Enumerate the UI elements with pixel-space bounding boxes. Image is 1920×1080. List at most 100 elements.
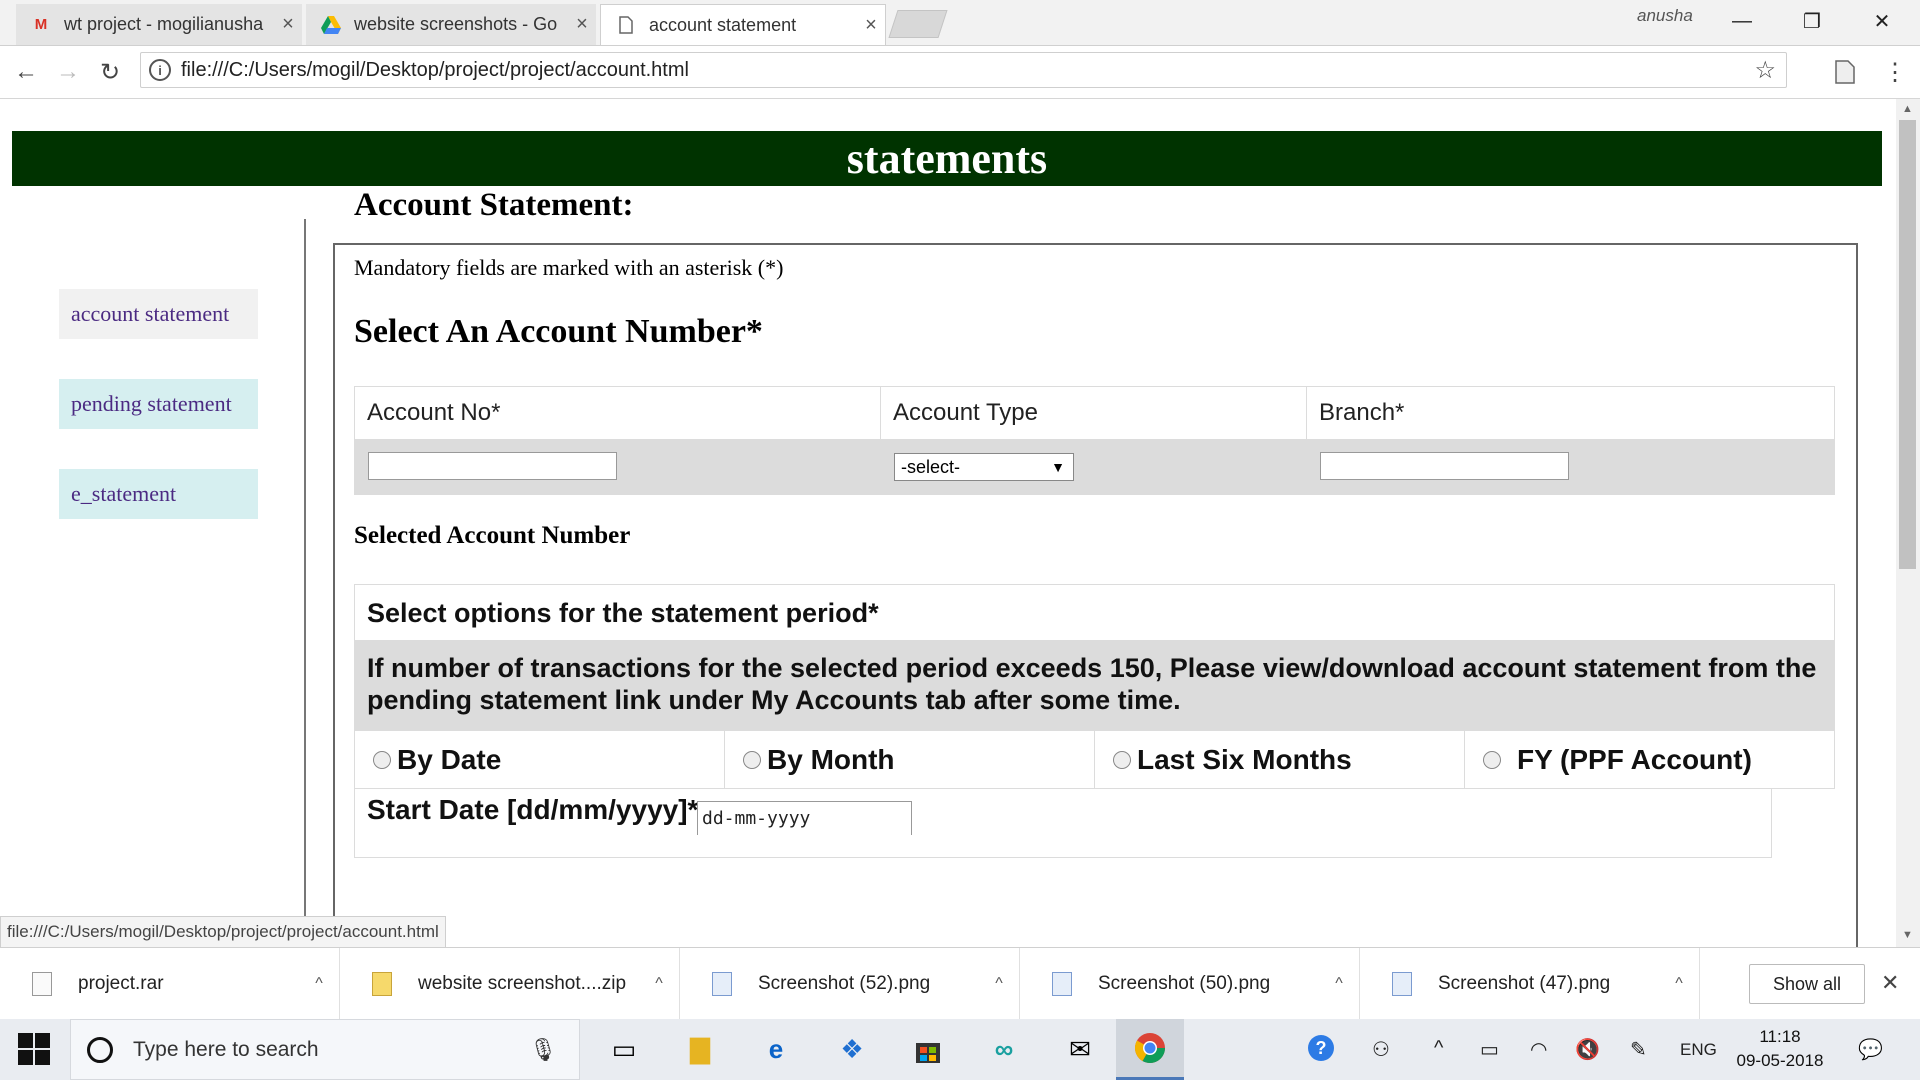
- extension-icon[interactable]: [1829, 56, 1861, 88]
- search-placeholder: Type here to search: [133, 1037, 319, 1061]
- select-account-heading: Select An Account Number*: [354, 313, 763, 350]
- wifi-icon[interactable]: ◠: [1530, 1037, 1547, 1062]
- clock-time: 11:18: [1759, 1027, 1801, 1046]
- clock[interactable]: 11:18 09-05-2018: [1735, 1025, 1825, 1073]
- tab-title: website screenshots - Go: [354, 14, 558, 34]
- minimize-icon[interactable]: —: [1712, 4, 1772, 38]
- battery-icon[interactable]: ▭: [1480, 1037, 1499, 1062]
- option-by-month[interactable]: By Month: [725, 731, 1095, 789]
- volume-muted-icon[interactable]: 🔇: [1575, 1037, 1600, 1062]
- help-icon[interactable]: ?: [1306, 1033, 1336, 1069]
- chevron-up-icon[interactable]: ^: [639, 975, 679, 993]
- option-label: Last Six Months: [1137, 744, 1352, 775]
- reload-icon[interactable]: ↻: [94, 56, 126, 88]
- tab-strip: M wt project - mogilianusha × website sc…: [0, 0, 1920, 46]
- download-item[interactable]: Screenshot (47).png ^: [1360, 948, 1700, 1020]
- option-fy-ppf[interactable]: FY (PPF Account): [1465, 731, 1835, 789]
- tab-title: account statement: [649, 14, 797, 35]
- dropdown-arrow-icon: ▼: [1051, 459, 1065, 475]
- microphone-icon[interactable]: 🎙: [529, 1037, 557, 1063]
- window-close-icon[interactable]: ✕: [1852, 4, 1912, 38]
- menu-icon[interactable]: ⋮: [1879, 56, 1911, 88]
- radio-icon[interactable]: [1483, 751, 1501, 769]
- windows-start-icon[interactable]: [18, 1033, 52, 1067]
- url-text[interactable]: file:///C:/Users/mogil/Desktop/project/p…: [181, 59, 1754, 82]
- sidebar-item-e-statement[interactable]: e_statement: [59, 469, 258, 519]
- chevron-up-icon[interactable]: ^: [979, 975, 1019, 993]
- close-icon[interactable]: ✕: [1881, 970, 1899, 996]
- close-icon[interactable]: ×: [857, 14, 885, 37]
- option-last-six-months[interactable]: Last Six Months: [1095, 731, 1465, 789]
- start-date-input[interactable]: dd-mm-yyyy: [697, 801, 912, 835]
- profile-name[interactable]: anusha: [1637, 6, 1693, 26]
- selected-account-heading: Selected Account Number: [354, 522, 631, 549]
- image-icon: [712, 972, 732, 996]
- address-bar[interactable]: i file:///C:/Users/mogil/Desktop/project…: [140, 52, 1787, 88]
- image-icon: [1052, 972, 1072, 996]
- notifications-icon[interactable]: 💬: [1858, 1037, 1883, 1062]
- divider: [304, 219, 306, 947]
- download-shelf: project.rar ^ website screenshot....zip …: [0, 947, 1920, 1020]
- restore-icon[interactable]: ❐: [1782, 4, 1842, 38]
- taskbar: Type here to search 🎙 ▭ ▇ e ❖ ∞ ✉ ? ⚇ ^ …: [0, 1019, 1920, 1080]
- account-table: Account No* Account Type Branch* -select…: [354, 386, 1835, 495]
- tab-drive[interactable]: website screenshots - Go ×: [306, 4, 596, 45]
- new-tab-button[interactable]: [888, 10, 948, 38]
- scroll-up-icon[interactable]: ▲: [1899, 103, 1916, 115]
- account-type-select[interactable]: -select- ▼: [894, 453, 1074, 481]
- account-no-header: Account No*: [355, 387, 881, 439]
- download-item[interactable]: Screenshot (52).png ^: [680, 948, 1020, 1020]
- tab-gmail[interactable]: M wt project - mogilianusha ×: [16, 4, 302, 45]
- forward-icon[interactable]: →: [52, 56, 84, 88]
- download-name: Screenshot (52).png: [758, 973, 931, 994]
- branch-header: Branch*: [1319, 399, 1405, 426]
- chrome-icon[interactable]: [1116, 1019, 1184, 1080]
- show-all-button[interactable]: Show all: [1749, 964, 1865, 1004]
- language-indicator[interactable]: ENG: [1680, 1040, 1717, 1060]
- account-type-header: Account Type: [881, 387, 1307, 439]
- store-icon[interactable]: [894, 1019, 962, 1080]
- download-item[interactable]: project.rar ^: [0, 948, 340, 1020]
- radio-icon[interactable]: [373, 751, 391, 769]
- download-name: Screenshot (47).png: [1438, 973, 1611, 994]
- chevron-up-icon[interactable]: ^: [1434, 1037, 1443, 1060]
- close-icon[interactable]: ×: [274, 13, 302, 36]
- zip-icon: [372, 972, 392, 996]
- pen-icon[interactable]: ✎: [1630, 1037, 1647, 1062]
- file-icon: [32, 972, 52, 996]
- dropbox-icon[interactable]: ❖: [818, 1019, 886, 1080]
- sidebar-item-account-statement[interactable]: account statement: [59, 289, 258, 339]
- file-explorer-icon[interactable]: ▇: [666, 1019, 734, 1080]
- tab-account-statement[interactable]: account statement ×: [600, 4, 886, 45]
- task-view-icon[interactable]: ▭: [590, 1019, 658, 1080]
- cortana-icon: [87, 1036, 113, 1063]
- mail-icon[interactable]: ✉: [1046, 1019, 1114, 1080]
- close-icon[interactable]: ×: [568, 13, 596, 36]
- back-icon[interactable]: ←: [10, 56, 42, 88]
- account-no-input[interactable]: [368, 452, 617, 480]
- svg-text:?: ?: [1316, 1038, 1327, 1058]
- chevron-up-icon[interactable]: ^: [1659, 975, 1699, 993]
- bookmark-star-icon[interactable]: ☆: [1754, 56, 1776, 85]
- download-item[interactable]: website screenshot....zip ^: [340, 948, 680, 1020]
- drive-icon: [320, 15, 342, 34]
- option-by-date[interactable]: By Date: [355, 731, 725, 789]
- chevron-up-icon[interactable]: ^: [299, 975, 339, 993]
- edge-icon[interactable]: e: [742, 1019, 810, 1080]
- download-name: Screenshot (50).png: [1098, 973, 1271, 994]
- radio-icon[interactable]: [743, 751, 761, 769]
- download-name: project.rar: [78, 973, 164, 994]
- taskbar-search[interactable]: Type here to search 🎙: [70, 1019, 580, 1080]
- people-icon[interactable]: ⚇: [1372, 1037, 1390, 1062]
- sidebar-item-pending-statement[interactable]: pending statement: [59, 379, 258, 429]
- scrollbar-thumb[interactable]: [1899, 120, 1916, 569]
- info-icon[interactable]: i: [149, 59, 171, 81]
- branch-input[interactable]: [1320, 452, 1569, 480]
- download-item[interactable]: Screenshot (50).png ^: [1020, 948, 1360, 1020]
- scroll-down-icon[interactable]: ▼: [1899, 929, 1916, 941]
- option-label: By Month: [767, 744, 895, 775]
- radio-icon[interactable]: [1113, 751, 1131, 769]
- period-heading: Select options for the statement period*: [355, 585, 1834, 641]
- arduino-icon[interactable]: ∞: [970, 1019, 1038, 1080]
- chevron-up-icon[interactable]: ^: [1319, 975, 1359, 993]
